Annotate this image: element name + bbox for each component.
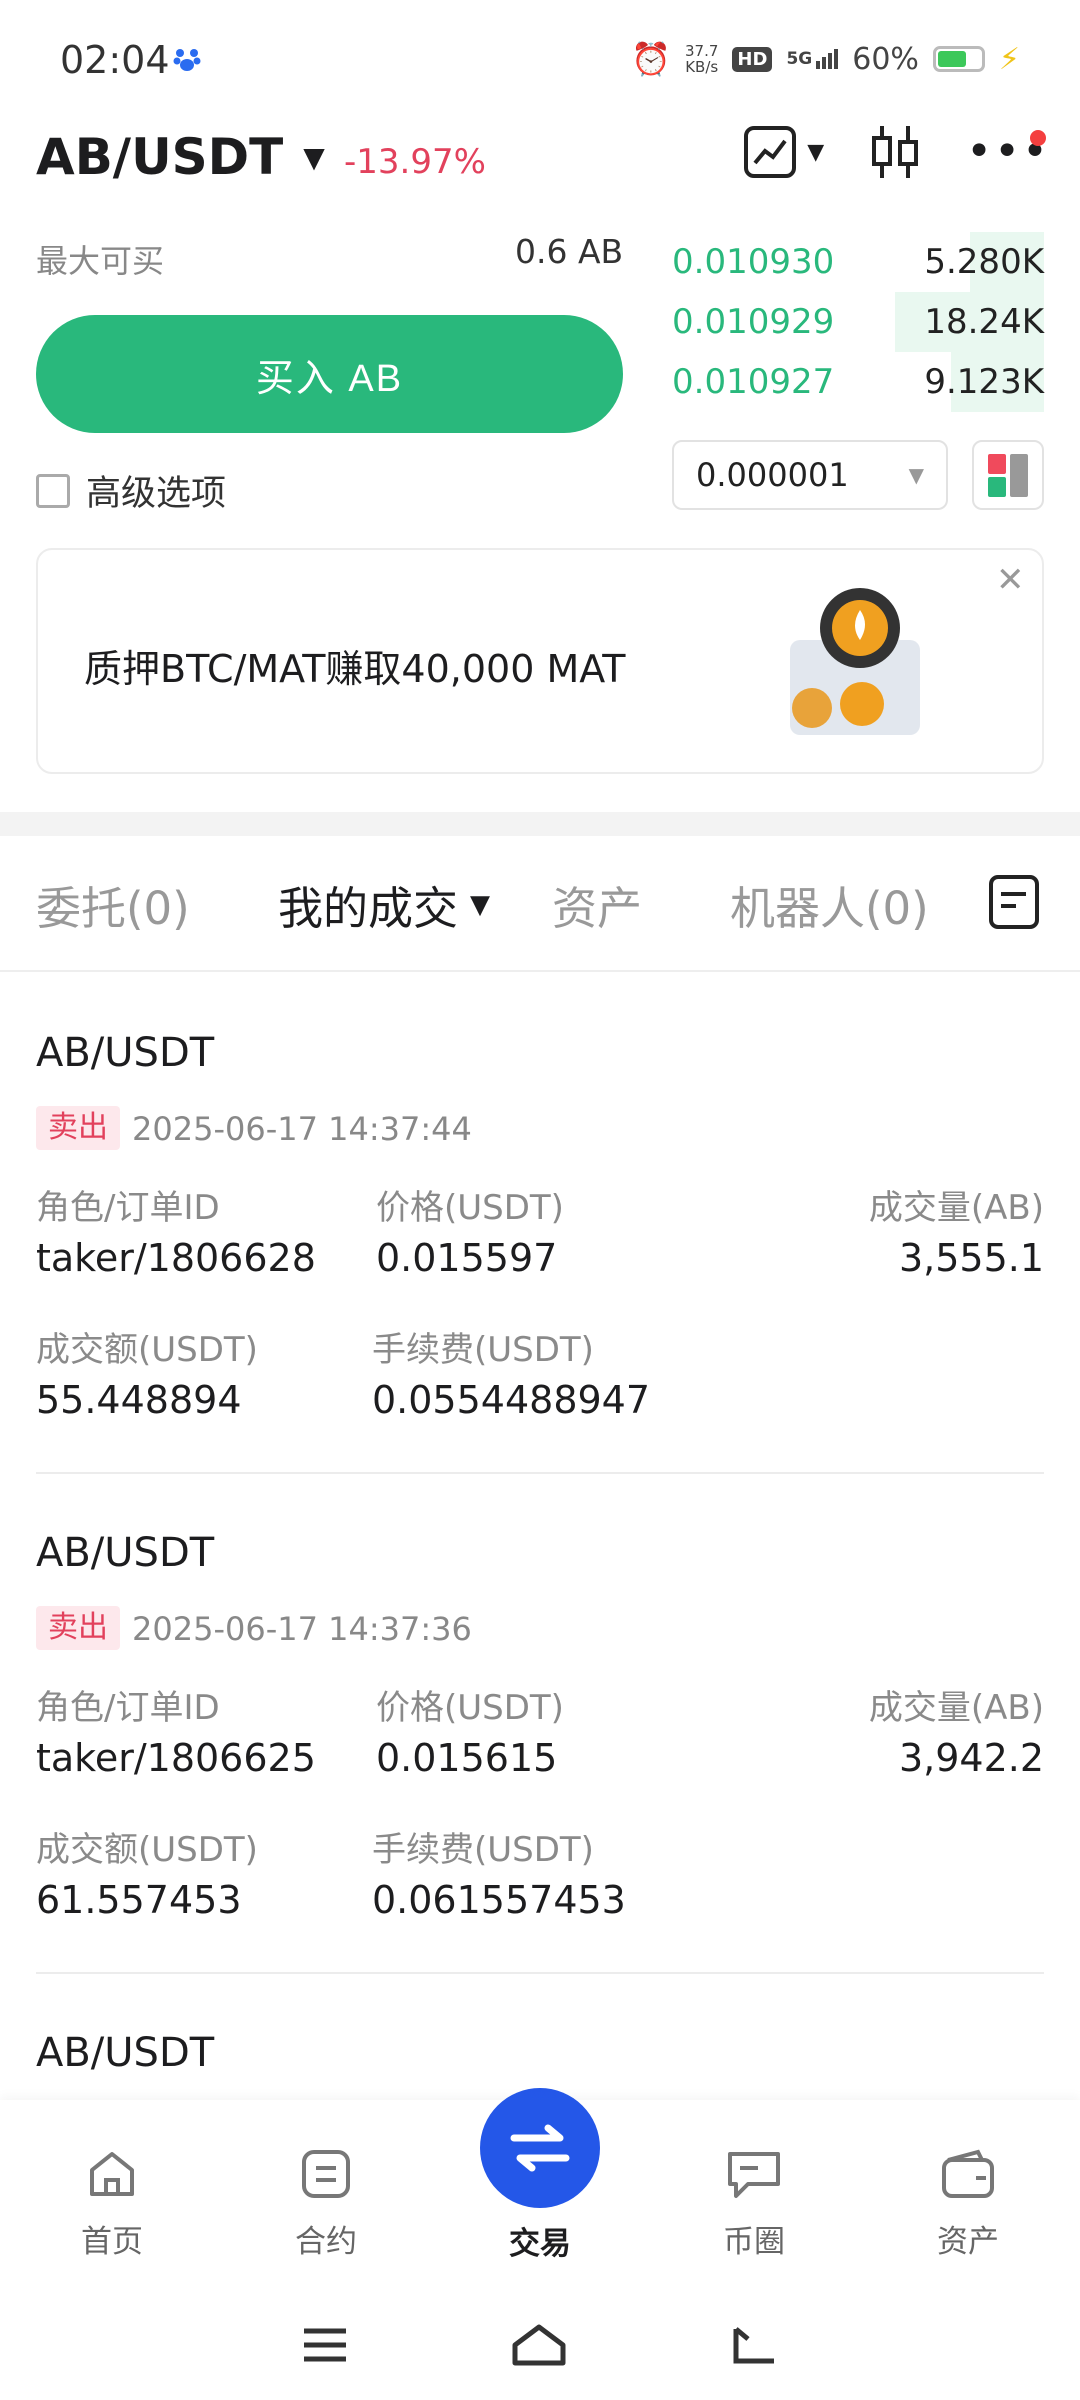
caret-down-icon: ▼	[470, 889, 491, 920]
wallet-icon	[942, 2149, 994, 2198]
alarm-icon: ⏰	[631, 40, 672, 78]
banner-text: 质押BTC/MAT赚取40,000 MAT	[84, 647, 626, 691]
fee-value: 0.061557453	[372, 1878, 626, 1922]
chart-button[interactable]: ▼	[743, 125, 824, 179]
advanced-checkbox[interactable]	[36, 473, 70, 508]
nav-community[interactable]: 币圈	[684, 2146, 824, 2261]
orderbook-row[interactable]: 0.010930 5.280K	[672, 232, 1044, 292]
price-label: 价格(USDT)	[376, 1188, 564, 1228]
amount-label: 成交额(USDT)	[36, 1830, 258, 1870]
tab-bots[interactable]: 机器人(0)	[730, 872, 929, 937]
pair-name: AB/USDT	[36, 128, 284, 186]
close-icon[interactable]: ✕	[996, 560, 1025, 600]
battery-percent: 60%	[852, 41, 919, 77]
amount-value: 61.557453	[36, 1878, 242, 1922]
orderbook-layout-button[interactable]	[972, 440, 1044, 510]
price-value: 0.015597	[376, 1236, 558, 1280]
volume-label: 成交量(AB)	[868, 1188, 1044, 1228]
trade-pair: AB/USDT	[36, 2030, 215, 2076]
amount-value: 55.448894	[36, 1378, 242, 1422]
role-value: taker/1806628	[36, 1236, 316, 1280]
buy-button[interactable]: 买入 AB	[36, 315, 623, 433]
trade-time: 2025-06-17 14:37:44	[132, 1110, 472, 1148]
volume-value: 3,555.1	[898, 1236, 1044, 1280]
trade-pair: AB/USDT	[36, 1030, 215, 1076]
baidu-paw-icon	[172, 44, 202, 74]
system-home-icon[interactable]	[509, 2321, 569, 2369]
precision-select[interactable]: 0.000001 ▼	[672, 440, 948, 510]
pair-selector[interactable]: AB/USDT ▼	[36, 128, 325, 186]
line-chart-icon	[744, 126, 797, 178]
orderbook-price: 0.010930	[672, 242, 835, 282]
amount-label: 成交额(USDT)	[36, 1330, 258, 1370]
volume-label: 成交量(AB)	[868, 1688, 1044, 1728]
tab-my-trades-label: 我的成交	[278, 882, 459, 935]
precision-value: 0.000001	[696, 456, 849, 494]
price-value: 0.015615	[376, 1736, 558, 1780]
order-history-icon[interactable]	[988, 874, 1040, 934]
net-speed: 37.7 KB/s	[685, 42, 719, 76]
fee-value: 0.0554488947	[372, 1378, 651, 1422]
tab-orders[interactable]: 委托(0)	[36, 872, 190, 937]
role-label: 角色/订单ID	[36, 1688, 220, 1728]
fee-label: 手续费(USDT)	[372, 1830, 594, 1870]
volume-value: 3,942.2	[898, 1736, 1044, 1780]
caret-down-icon: ▼	[908, 463, 924, 487]
system-nav-bar	[0, 2290, 1080, 2400]
charging-icon: ⚡	[998, 41, 1020, 77]
tab-assets[interactable]: 资产	[552, 872, 642, 937]
advanced-options[interactable]: 高级选项	[36, 465, 226, 516]
nav-home[interactable]: 首页	[42, 2146, 182, 2261]
max-buy-label: 最大可买	[36, 242, 165, 280]
side-badge: 卖出	[36, 1606, 120, 1650]
swap-arrows-icon	[510, 2124, 570, 2172]
chat-icon	[728, 2152, 780, 2198]
side-badge: 卖出	[36, 1106, 120, 1150]
tab-my-trades[interactable]: 我的成交 ▼	[278, 872, 490, 937]
menu-icon[interactable]	[300, 2325, 350, 2365]
hd-badge: HD	[732, 46, 773, 72]
layout-icon	[988, 454, 1028, 497]
staking-illustration	[780, 580, 980, 750]
contract-icon	[302, 2150, 350, 2198]
nav-trade-button[interactable]	[480, 2088, 600, 2208]
orderbook-price: 0.010927	[672, 362, 835, 402]
trade-time: 2025-06-17 14:37:36	[132, 1610, 472, 1648]
price-change: -13.97%	[344, 142, 486, 182]
nav-community-label: 币圈	[723, 2224, 785, 2260]
nav-trade-label[interactable]: 交易	[468, 2218, 612, 2263]
orderbook-qty: 9.123K	[924, 362, 1044, 402]
orderbook-row[interactable]: 0.010927 9.123K	[672, 352, 1044, 412]
nav-assets[interactable]: 资产	[898, 2146, 1038, 2261]
nav-assets-label: 资产	[937, 2224, 999, 2260]
nav-contract[interactable]: 合约	[256, 2146, 396, 2261]
signal-icon: 5G	[786, 49, 839, 69]
nav-contract-label: 合约	[295, 2224, 357, 2260]
battery-icon	[932, 46, 985, 72]
orderbook-qty: 5.280K	[924, 242, 1044, 282]
card-divider	[36, 1472, 1044, 1474]
chart-caret-icon: ▼	[807, 139, 825, 165]
status-time: 02:04	[60, 38, 170, 82]
price-label: 价格(USDT)	[376, 1688, 564, 1728]
role-label: 角色/订单ID	[36, 1188, 220, 1228]
orderbook-price: 0.010929	[672, 302, 835, 342]
orderbook-row[interactable]: 0.010929 18.24K	[672, 292, 1044, 352]
role-value: taker/1806625	[36, 1736, 316, 1780]
candlestick-icon[interactable]	[870, 124, 920, 180]
header-actions: ▼ •••	[743, 124, 1050, 180]
max-buy-value: 0.6 AB	[515, 232, 624, 271]
home-icon	[90, 2152, 134, 2196]
advanced-label: 高级选项	[86, 474, 227, 514]
fee-label: 手续费(USDT)	[372, 1330, 594, 1370]
section-divider	[0, 812, 1080, 836]
notification-dot	[1030, 130, 1046, 146]
back-icon[interactable]	[728, 2323, 780, 2367]
status-right: ⏰ 37.7 KB/s HD 5G 60% ⚡	[631, 40, 1020, 78]
orderbook-qty: 18.24K	[924, 302, 1044, 342]
card-divider	[36, 1972, 1044, 1974]
trade-pair: AB/USDT	[36, 1530, 215, 1576]
nav-home-label: 首页	[81, 2224, 143, 2260]
caret-down-icon: ▼	[303, 140, 325, 174]
